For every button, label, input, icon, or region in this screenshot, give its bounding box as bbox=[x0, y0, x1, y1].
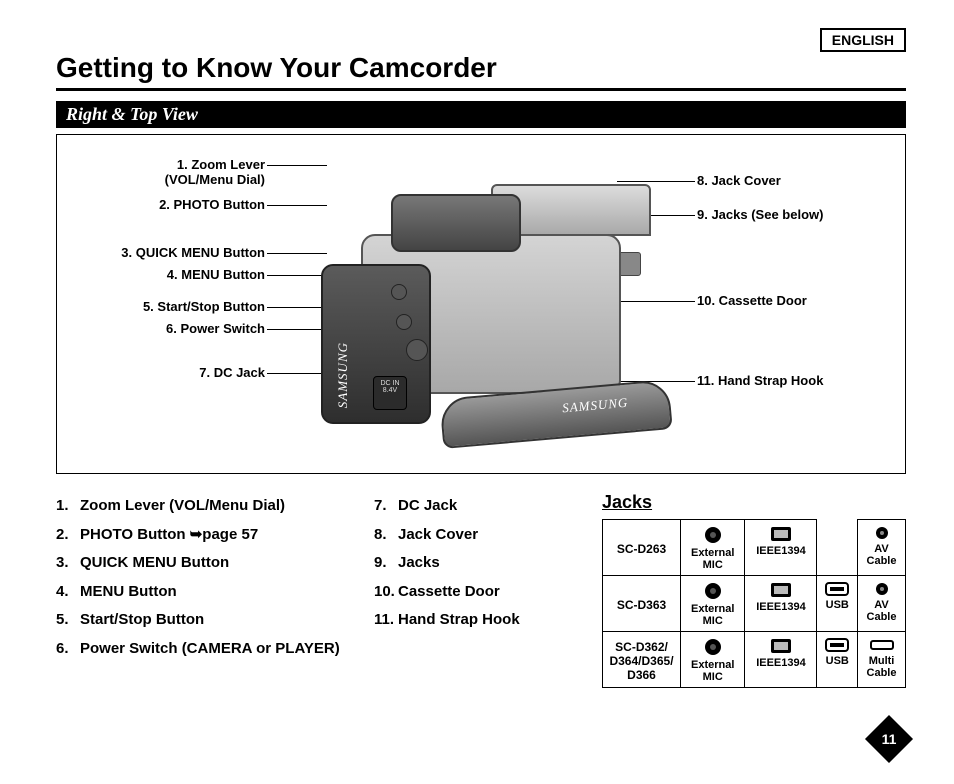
callout-9: 9. Jacks (See below) bbox=[697, 207, 823, 222]
model-cell: SC-D263 bbox=[603, 520, 681, 576]
av-cell: AVCable bbox=[858, 576, 906, 632]
list-item: 11.Hand Strap Hook bbox=[374, 606, 584, 635]
callout-5: 5. Start/Stop Button bbox=[143, 299, 265, 314]
list-item: 2.PHOTO Button ➥page 57 bbox=[56, 521, 356, 550]
usb-cell: USB bbox=[817, 576, 858, 632]
quick-menu-button-shape bbox=[391, 284, 407, 300]
menu-button-shape bbox=[396, 314, 412, 330]
list-item: 6.Power Switch (CAMERA or PLAYER) bbox=[56, 635, 356, 664]
page-number: 11 bbox=[882, 731, 897, 747]
callout-6: 6. Power Switch bbox=[166, 321, 265, 336]
callout-10: 10. Cassette Door bbox=[697, 293, 807, 308]
numbered-list-right: 7.DC Jack8.Jack Cover9.Jacks10.Cassette … bbox=[374, 492, 584, 688]
callout-7: 7. DC Jack bbox=[199, 365, 265, 380]
list-item: 10.Cassette Door bbox=[374, 578, 584, 607]
jacks-heading: Jacks bbox=[602, 492, 906, 513]
page-title: Getting to Know Your Camcorder bbox=[56, 52, 906, 84]
language-badge: ENGLISH bbox=[820, 28, 906, 52]
ext_mic-cell: ExternalMIC bbox=[681, 576, 745, 632]
callout-3: 3. QUICK MENU Button bbox=[121, 245, 265, 260]
lens-shape bbox=[391, 194, 521, 252]
multi-cell: MultiCable bbox=[858, 632, 906, 688]
callout-4: 4. MENU Button bbox=[167, 267, 265, 282]
table-row: SC-D263ExternalMICIEEE1394 AVCable bbox=[603, 520, 906, 576]
callout-11: 11. Hand Strap Hook bbox=[697, 373, 823, 388]
callout-2: 2. PHOTO Button bbox=[159, 197, 265, 212]
brand-label-vertical: SAMSUNG bbox=[335, 342, 351, 408]
ext_mic-cell: ExternalMIC bbox=[681, 632, 745, 688]
av-cell: AVCable bbox=[858, 520, 906, 576]
brand-label-strap: SAMSUNG bbox=[562, 395, 629, 417]
section-heading: Right & Top View bbox=[56, 101, 906, 128]
callout-8: 8. Jack Cover bbox=[697, 173, 781, 188]
callout-1: 1. Zoom Lever(VOL/Menu Dial) bbox=[165, 157, 265, 187]
power-switch-shape bbox=[406, 339, 428, 361]
title-rule bbox=[56, 88, 906, 91]
dc-jack-shape: DC IN 8.4V bbox=[373, 376, 407, 410]
jacks-block: Jacks SC-D263ExternalMICIEEE1394AVCableS… bbox=[602, 492, 906, 688]
list-item: 1.Zoom Lever (VOL/Menu Dial) bbox=[56, 492, 356, 521]
numbered-list-left: 1.Zoom Lever (VOL/Menu Dial)2.PHOTO Butt… bbox=[56, 492, 356, 688]
diagram-frame: 1. Zoom Lever(VOL/Menu Dial) 2. PHOTO But… bbox=[56, 134, 906, 474]
ieee-cell: IEEE1394 bbox=[745, 632, 817, 688]
ieee-cell: IEEE1394 bbox=[745, 576, 817, 632]
camcorder-illustration: SAMSUNG DC IN 8.4V SAMSUNG bbox=[301, 174, 661, 434]
model-cell: SC-D362/D364/D365/D366 bbox=[603, 632, 681, 688]
table-row: SC-D362/D364/D365/D366ExternalMICIEEE139… bbox=[603, 632, 906, 688]
page-number-badge: 11 bbox=[865, 715, 913, 763]
jacks-table: SC-D263ExternalMICIEEE1394AVCableSC-D363… bbox=[602, 519, 906, 688]
lower-content: 1.Zoom Lever (VOL/Menu Dial)2.PHOTO Butt… bbox=[56, 492, 906, 688]
list-item: 4.MENU Button bbox=[56, 578, 356, 607]
list-item: 8.Jack Cover bbox=[374, 521, 584, 550]
ieee-cell: IEEE1394 bbox=[745, 520, 817, 576]
ext_mic-cell: ExternalMIC bbox=[681, 520, 745, 576]
list-item: 7.DC Jack bbox=[374, 492, 584, 521]
list-item: 9.Jacks bbox=[374, 549, 584, 578]
list-item: 3.QUICK MENU Button bbox=[56, 549, 356, 578]
empty-cell bbox=[817, 520, 858, 576]
table-row: SC-D363ExternalMICIEEE1394USBAVCable bbox=[603, 576, 906, 632]
model-cell: SC-D363 bbox=[603, 576, 681, 632]
usb-cell: USB bbox=[817, 632, 858, 688]
list-item: 5.Start/Stop Button bbox=[56, 606, 356, 635]
